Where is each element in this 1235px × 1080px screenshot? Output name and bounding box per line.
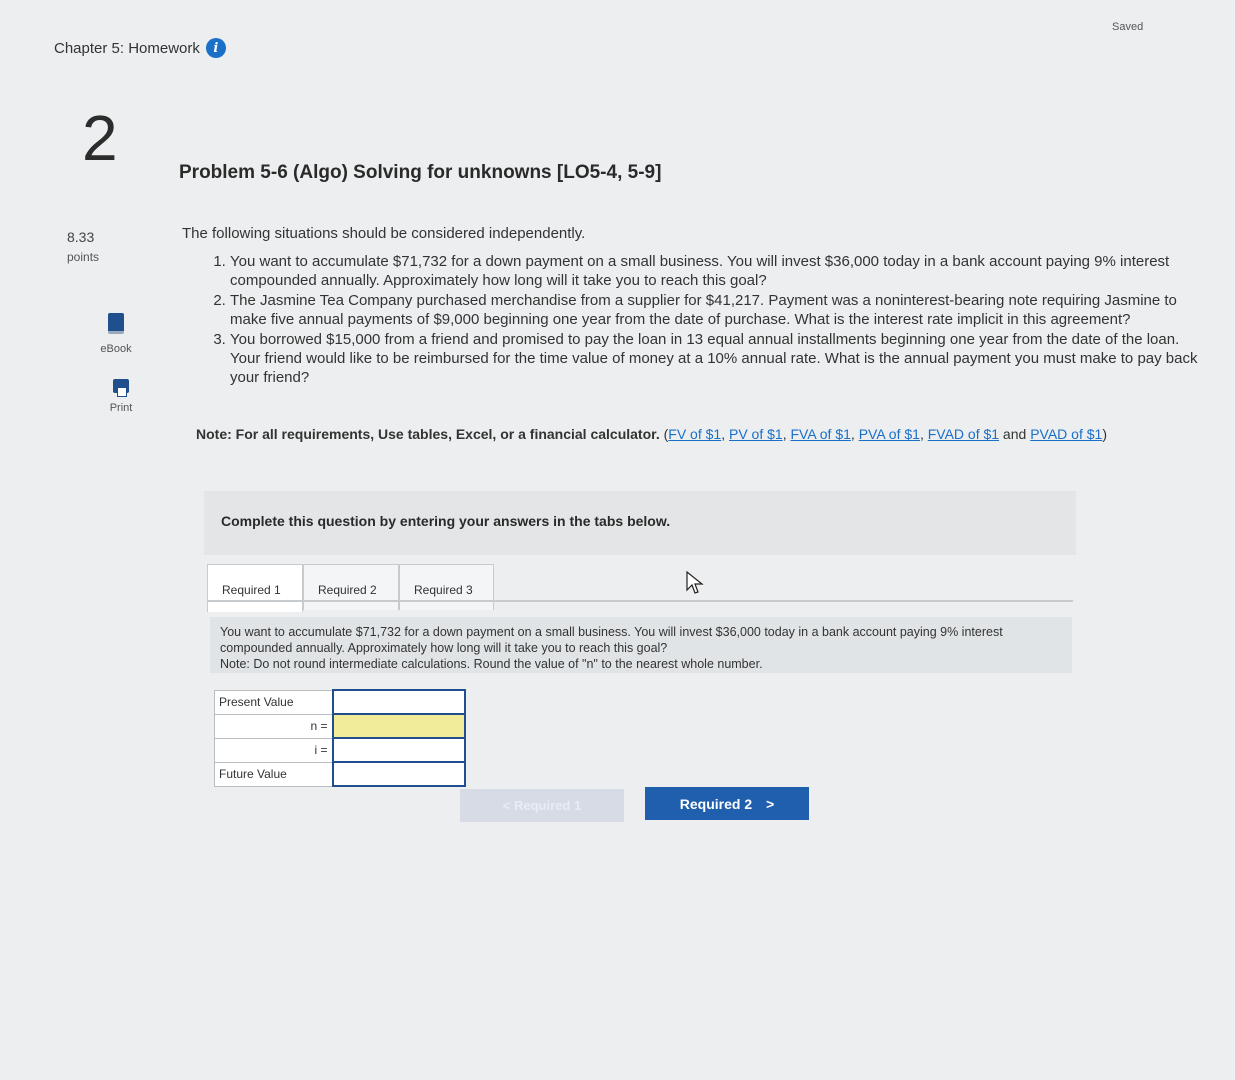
tab-required-2[interactable]: Required 2 [303,564,399,610]
book-icon [108,313,124,334]
ebook-label: eBook [100,343,132,355]
problem-title: Problem 5-6 (Algo) Solving for unknowns … [179,162,662,183]
previous-required-button[interactable]: < Required 1 [460,789,624,822]
link-pva-of-1[interactable]: PVA of $1 [859,426,920,442]
print-button[interactable]: Print [91,379,151,414]
future-value-input[interactable] [333,763,468,785]
situation-item: You want to accumulate $71,732 for a dow… [230,252,1200,290]
link-pvad-of-1[interactable]: PVAD of $1 [1030,426,1102,442]
instruction-box: Complete this question by entering your … [204,491,1076,555]
grid-row: i = [214,737,468,763]
question-number: 2 [82,102,118,174]
present-value-label: Present Value [214,689,333,715]
answer-grid: Present Value n = i = Future Value [214,689,468,787]
future-value-cell [331,761,468,787]
situation-item: The Jasmine Tea Company purchased mercha… [230,291,1200,329]
note-paren-open: ( [659,426,669,442]
mouse-cursor-icon [686,571,704,594]
next-required-label: Required 2 [679,795,753,812]
situation-item: You borrowed $15,000 from a friend and p… [230,330,1200,387]
problem-intro: The following situations should be consi… [182,225,586,242]
link-fv-of-1[interactable]: FV of $1 [668,426,721,442]
required-1-description: You want to accumulate $71,732 for a dow… [210,617,1072,673]
grid-row: Future Value [214,761,468,787]
note-requirements: Note: For all requirements, Use tables, … [196,425,1171,444]
grid-row: Present Value [214,689,468,715]
note-separator: , [850,426,859,442]
requirement-tabs: Required 1 Required 2 Required 3 [207,564,494,612]
n-cell [331,713,468,739]
tab-required-3[interactable]: Required 3 [399,564,494,610]
ebook-button[interactable]: eBook [86,313,146,355]
required-1-note: Note: Do not round intermediate calculat… [220,657,763,671]
future-value-label: Future Value [214,761,333,787]
next-required-button[interactable]: Required 2 > [645,787,809,820]
link-fva-of-1[interactable]: FVA of $1 [790,426,850,442]
grid-row: n = [214,713,468,739]
print-label: Print [109,402,133,414]
n-input[interactable] [333,715,468,737]
assignment-title-text: Chapter 5: Homework [54,39,200,57]
note-and: and [999,426,1031,442]
note-separator: , [721,426,729,442]
save-status: Saved [1112,21,1144,33]
note-bold: Note: For all requirements, Use tables, … [196,426,660,442]
i-cell [331,737,468,763]
printer-icon [113,379,129,397]
points-value: 8.33 [67,229,95,245]
situations-list: You want to accumulate $71,732 for a dow… [208,252,1200,388]
link-fvad-of-1[interactable]: FVAD of $1 [928,426,999,442]
present-value-input[interactable] [333,691,468,713]
tab-divider [207,600,1073,602]
n-label: n = [214,713,333,739]
required-1-text: You want to accumulate $71,732 for a dow… [220,625,1003,655]
note-paren-close: ) [1102,426,1107,442]
points-label: points [67,250,100,264]
i-label: i = [214,737,333,763]
tab-required-1[interactable]: Required 1 [207,564,303,612]
i-input[interactable] [333,739,468,761]
present-value-cell [331,689,468,715]
assignment-title: Chapter 5: Homework i [54,38,226,58]
link-pv-of-1[interactable]: PV of $1 [729,426,783,442]
info-icon[interactable]: i [205,38,226,58]
note-separator: , [919,426,928,442]
chevron-right-icon: > [766,795,775,812]
